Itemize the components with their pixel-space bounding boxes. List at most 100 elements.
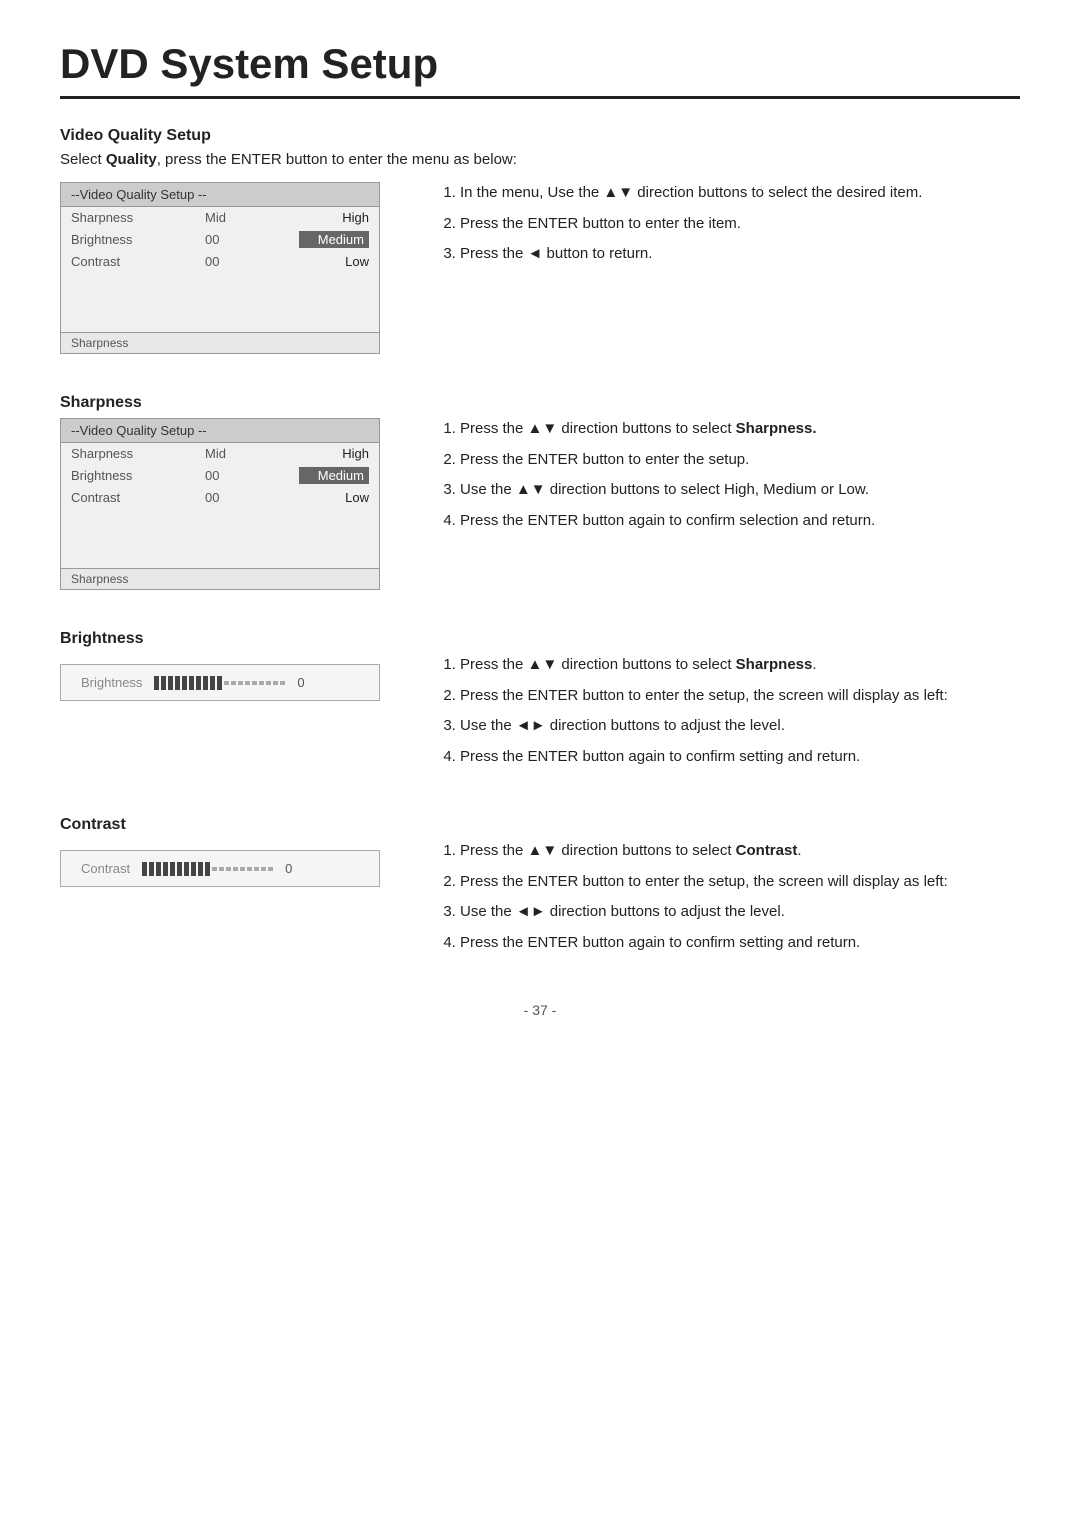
osd-col1-contrast: Contrast (71, 254, 161, 269)
c-bar-dot-6 (247, 867, 252, 871)
br-step-3: Use the ◄► direction buttons to adjust t… (460, 715, 1020, 738)
osd-col3-high: High (299, 210, 369, 225)
c-bar-dot-9 (268, 867, 273, 871)
c-bar-seg-10 (205, 862, 210, 876)
c-bar-seg-9 (198, 862, 203, 876)
contrast-bar-box: Contrast (60, 850, 380, 887)
osd-col3-low: Low (299, 254, 369, 269)
osd-col1-sharpness: Sharpness (71, 210, 161, 225)
c-bar-dot-1 (212, 867, 217, 871)
bar-dot-3 (238, 681, 243, 685)
bar-dot-8 (273, 681, 278, 685)
c-bar-dot-8 (261, 867, 266, 871)
sh-step-2: Press the ENTER button to enter the setu… (460, 449, 1020, 472)
osd-menu-1: --Video Quality Setup -- Sharpness Mid H… (60, 182, 380, 354)
bar-dot-1 (224, 681, 229, 685)
bar-seg-8 (203, 676, 208, 690)
brightness-bar-box: Brightness (60, 664, 380, 701)
br-step-1: Press the ▲▼ direction buttons to select… (460, 654, 1020, 677)
ct-step-3: Use the ◄► direction buttons to adjust t… (460, 901, 1020, 924)
brightness-bar-value: 0 (297, 675, 304, 690)
video-quality-steps: In the menu, Use the ▲▼ direction button… (440, 182, 1020, 266)
bar-dot-4 (245, 681, 250, 685)
osd-row-s3: Contrast 00 Low (61, 487, 379, 508)
osd-row-s1: Sharpness Mid High (61, 443, 379, 464)
c-bar-seg-3 (156, 862, 161, 876)
osd-row-2: Brightness 00 Medium (61, 228, 379, 251)
contrast-bar-value: 0 (285, 861, 292, 876)
bar-dot-5 (252, 681, 257, 685)
intro-paragraph: Select Quality, press the ENTER button t… (60, 151, 1020, 168)
c-bar-dot-5 (240, 867, 245, 871)
contrast-steps: Press the ▲▼ direction buttons to select… (440, 840, 1020, 954)
sharpness-left: --Video Quality Setup -- Sharpness Mid H… (60, 418, 400, 590)
c-bar-seg-6 (177, 862, 182, 876)
contrast-bar-visual (142, 862, 273, 876)
vq-step-1: In the menu, Use the ▲▼ direction button… (460, 182, 1020, 205)
osd-row-s2: Brightness 00 Medium (61, 464, 379, 487)
sharpness-content: --Video Quality Setup -- Sharpness Mid H… (60, 418, 1020, 590)
c-bar-dot-7 (254, 867, 259, 871)
brightness-section: Brightness Brightness (60, 630, 1020, 776)
contrast-bar-label: Contrast (81, 861, 130, 876)
sharpness-section: Sharpness --Video Quality Setup -- Sharp… (60, 394, 1020, 590)
video-quality-section: Video Quality Setup Select Quality, pres… (60, 127, 1020, 354)
sh-step-1: Press the ▲▼ direction buttons to select… (460, 418, 1020, 441)
c-bar-dot-4 (233, 867, 238, 871)
sharpness-right: Press the ▲▼ direction buttons to select… (440, 418, 1020, 540)
bar-seg-4 (175, 676, 180, 690)
vq-step-2: Press the ENTER button to enter the item… (460, 213, 1020, 236)
bar-seg-5 (182, 676, 187, 690)
bar-dot-7 (266, 681, 271, 685)
osd-footer-1: Sharpness (61, 332, 379, 353)
video-quality-right: In the menu, Use the ▲▼ direction button… (440, 182, 1020, 274)
ct-step-1: Press the ▲▼ direction buttons to select… (460, 840, 1020, 863)
ct-step-4: Press the ENTER button again to confirm … (460, 932, 1020, 955)
bar-seg-1 (154, 676, 159, 690)
contrast-section: Contrast Contrast (60, 816, 1020, 962)
brightness-right: Press the ▲▼ direction buttons to select… (440, 654, 1020, 776)
vq-step-3: Press the ◄ button to return. (460, 243, 1020, 266)
c-bar-seg-7 (184, 862, 189, 876)
intro-text-before: Select (60, 151, 106, 168)
contrast-right: Press the ▲▼ direction buttons to select… (440, 840, 1020, 962)
bar-seg-2 (161, 676, 166, 690)
c-bar-seg-1 (142, 862, 147, 876)
video-quality-title: Video Quality Setup (60, 127, 1020, 145)
sharpness-title: Sharpness (60, 394, 1020, 412)
c-bar-dot-2 (219, 867, 224, 871)
intro-text-after: , press the ENTER button to enter the me… (157, 151, 517, 168)
brightness-steps: Press the ▲▼ direction buttons to select… (440, 654, 1020, 768)
osd-row-3: Contrast 00 Low (61, 251, 379, 272)
br-step-4: Press the ENTER button again to confirm … (460, 746, 1020, 769)
osd-col2-mid: Mid (205, 210, 255, 225)
bar-dot-6 (259, 681, 264, 685)
br-step-2: Press the ENTER button to enter the setu… (460, 685, 1020, 708)
intro-bold: Quality (106, 151, 157, 168)
osd-title-2: --Video Quality Setup -- (61, 419, 379, 443)
c-bar-seg-2 (149, 862, 154, 876)
osd-title-1: --Video Quality Setup -- (61, 183, 379, 207)
osd-col2-00: 00 (205, 232, 255, 247)
bar-dot-2 (231, 681, 236, 685)
brightness-title: Brightness (60, 630, 1020, 648)
brightness-bar-label: Brightness (81, 675, 142, 690)
page-number: - 37 - (60, 1002, 1020, 1018)
osd-footer-2: Sharpness (61, 568, 379, 589)
bar-dot-9 (280, 681, 285, 685)
ct-step-2: Press the ENTER button to enter the setu… (460, 871, 1020, 894)
video-quality-left: --Video Quality Setup -- Sharpness Mid H… (60, 182, 400, 354)
bar-seg-3 (168, 676, 173, 690)
c-bar-seg-8 (191, 862, 196, 876)
page-title: DVD System Setup (60, 40, 1020, 99)
sh-step-4: Press the ENTER button again to confirm … (460, 510, 1020, 533)
osd-col2-00b: 00 (205, 254, 255, 269)
c-bar-seg-5 (170, 862, 175, 876)
sharpness-steps: Press the ▲▼ direction buttons to select… (440, 418, 1020, 532)
contrast-content: Contrast (60, 840, 1020, 962)
bar-seg-6 (189, 676, 194, 690)
bar-seg-9 (210, 676, 215, 690)
sh-step-3: Use the ▲▼ direction buttons to select H… (460, 479, 1020, 502)
osd-col1-brightness: Brightness (71, 232, 161, 247)
brightness-content: Brightness (60, 654, 1020, 776)
